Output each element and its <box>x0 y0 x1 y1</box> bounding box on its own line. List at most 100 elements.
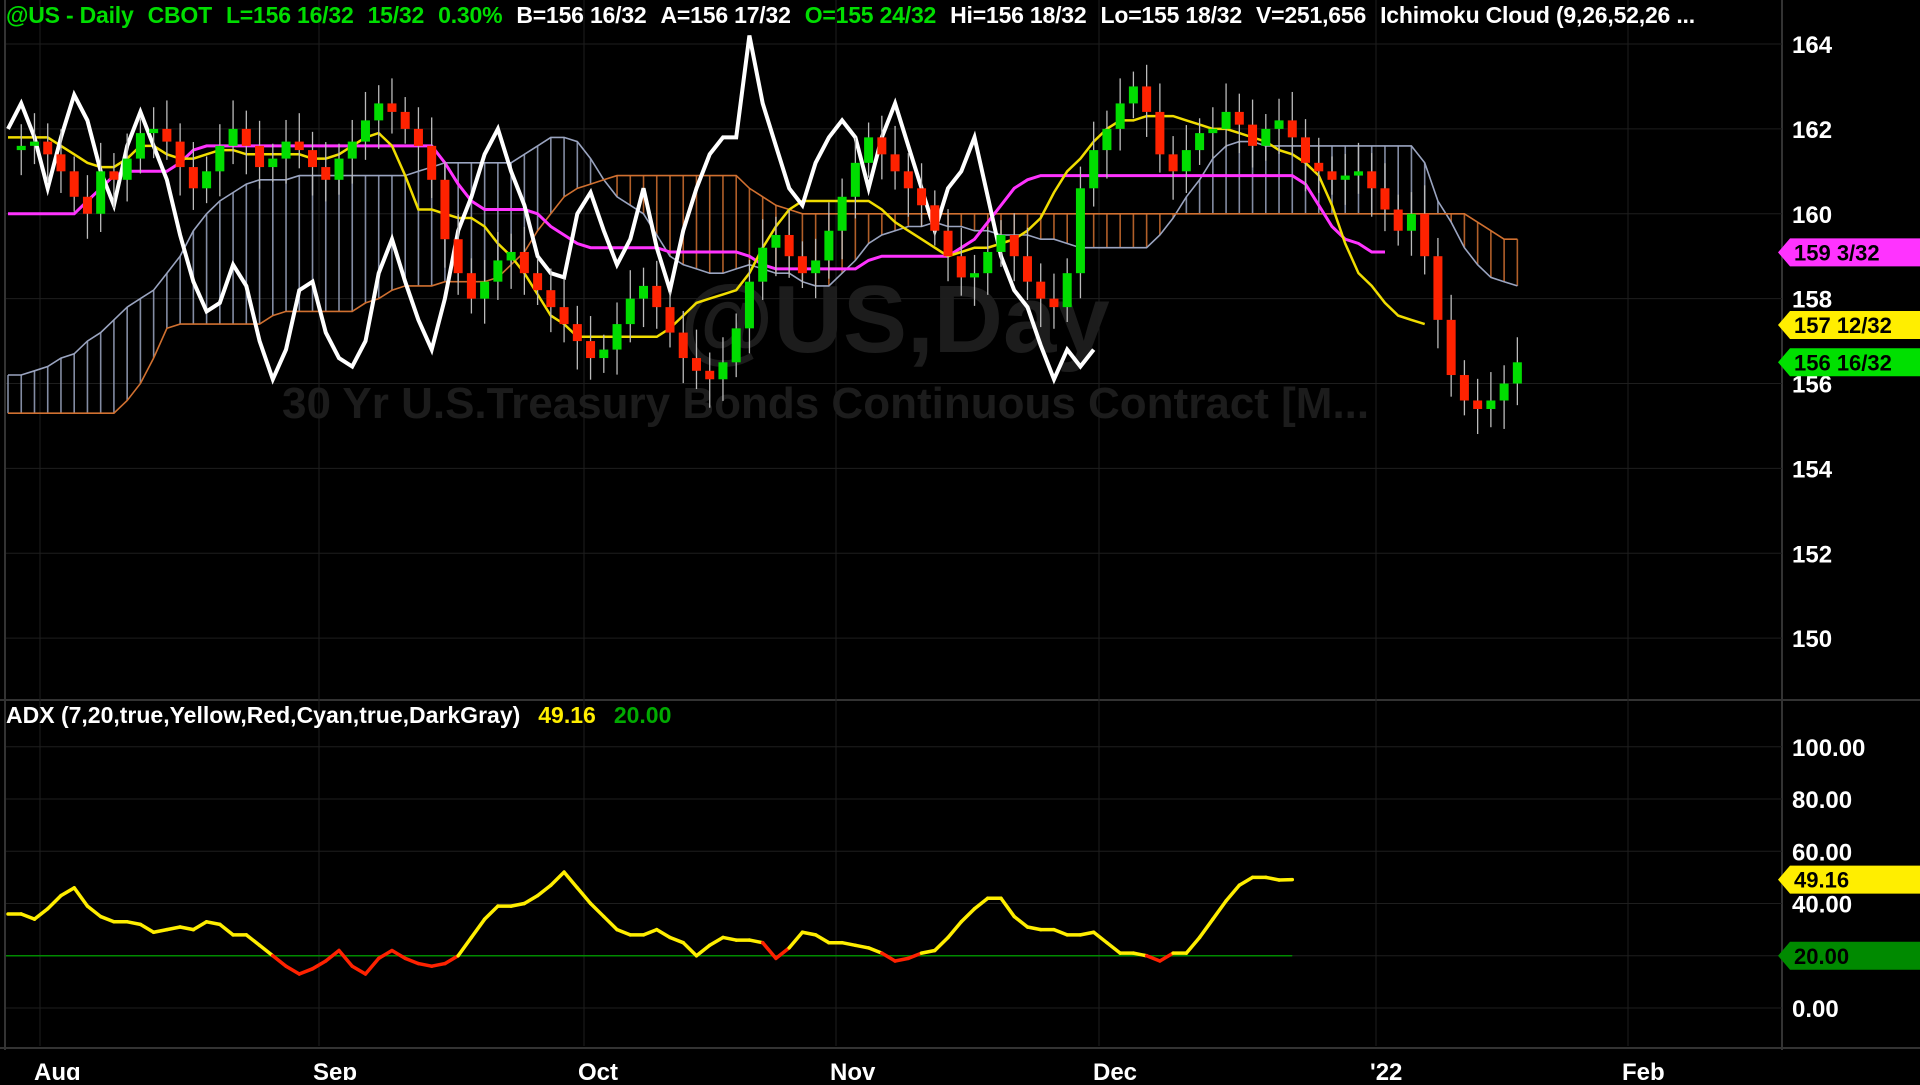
candle-up <box>30 142 39 146</box>
quote-header: @US - DailyCBOTL=156 16/3215/320.30%B=15… <box>6 2 1709 29</box>
last-price: L=156 16/32 <box>226 2 354 28</box>
candle-up <box>1208 129 1217 133</box>
candle-up <box>983 252 992 273</box>
candle-up <box>1102 129 1111 150</box>
candle-down <box>255 146 264 167</box>
candle-up <box>1486 400 1495 408</box>
candle-down <box>467 273 476 298</box>
adx-threshold: 20.00 <box>614 702 672 728</box>
time-tick-label: Feb <box>1622 1059 1665 1080</box>
candle-up <box>136 133 145 158</box>
high-price: Hi=156 18/32 <box>950 2 1086 28</box>
candle-down <box>944 231 953 256</box>
candle-up <box>758 248 767 282</box>
candle-up <box>149 129 158 133</box>
candle-down <box>189 167 198 188</box>
adx-tick-label: 40.00 <box>1792 892 1852 919</box>
candle-down <box>1288 120 1297 137</box>
candle-down <box>321 167 330 180</box>
candle-down <box>679 333 688 358</box>
candle-up <box>1089 150 1098 188</box>
candle-down <box>176 142 185 167</box>
candle-up <box>1063 273 1072 307</box>
candle-down <box>560 307 569 324</box>
bid-price: B=156 16/32 <box>516 2 646 28</box>
watermark-description: 30 Yr U.S.Treasury Bonds Continuous Cont… <box>282 379 1369 428</box>
candle-down <box>785 235 794 256</box>
value-tag-text: 159 3/32 <box>1794 240 1880 265</box>
candle-up <box>507 252 516 260</box>
price-tick-label: 154 <box>1792 456 1833 483</box>
candle-down <box>295 142 304 150</box>
candle-up <box>1513 362 1522 383</box>
candle-down <box>414 129 423 146</box>
indicator-label[interactable]: Ichimoku Cloud (9,26,52,26 ... <box>1380 2 1695 28</box>
candle-up <box>851 163 860 197</box>
candle-down <box>1433 256 1442 320</box>
candle-down <box>957 256 966 277</box>
candle-down <box>904 171 913 188</box>
candle-up <box>1354 171 1363 175</box>
candle-up <box>1182 150 1191 171</box>
value-tag: 159 3/32 <box>1778 238 1920 266</box>
candle-down <box>1367 171 1376 188</box>
candle-up <box>282 142 291 159</box>
price-tick-label: 160 <box>1792 202 1832 229</box>
candle-up <box>997 235 1006 252</box>
value-tag-text: 20.00 <box>1794 944 1849 969</box>
net-change: 15/32 <box>368 2 425 28</box>
candle-down <box>43 142 52 155</box>
candle-up <box>96 171 105 213</box>
candle-down <box>1314 163 1323 171</box>
candle-up <box>1407 214 1416 231</box>
value-tag: 157 12/32 <box>1778 311 1920 339</box>
candle-down <box>1328 171 1337 179</box>
adx-tick-label: 60.00 <box>1792 839 1852 866</box>
candle-down <box>242 129 251 146</box>
value-tag: 20.00 <box>1778 942 1920 970</box>
candle-down <box>1169 154 1178 171</box>
open-price: O=155 24/32 <box>805 2 936 28</box>
candle-up <box>1222 112 1231 129</box>
candle-down <box>454 239 463 273</box>
candle-up <box>718 362 727 379</box>
candle-down <box>798 256 807 273</box>
candle-down <box>1420 214 1429 256</box>
value-tag: 156 16/32 <box>1778 348 1920 376</box>
candle-up <box>1129 86 1138 103</box>
percent-change: 0.30% <box>438 2 502 28</box>
candle-up <box>811 260 820 273</box>
price-tick-label: 152 <box>1792 541 1832 568</box>
candle-down <box>56 154 65 171</box>
adx-title[interactable]: ADX (7,20,true,Yellow,Red,Cyan,true,Dark… <box>6 702 520 728</box>
candle-up <box>1116 103 1125 128</box>
candle-down <box>891 154 900 171</box>
candle-up <box>335 159 344 180</box>
candle-down <box>1301 137 1310 162</box>
candle-down <box>586 341 595 358</box>
candle-up <box>348 142 357 159</box>
time-tick-label: Oct <box>578 1059 618 1080</box>
price-tick-label: 164 <box>1792 32 1833 59</box>
candle-down <box>1036 282 1045 299</box>
candle-up <box>480 282 489 299</box>
candle-up <box>229 129 238 146</box>
candle-up <box>1076 188 1085 273</box>
candle-down <box>692 358 701 371</box>
candle-down <box>666 307 675 332</box>
price-tick-label: 150 <box>1792 626 1832 653</box>
candle-up <box>824 231 833 261</box>
candle-down <box>1049 299 1058 307</box>
candle-up <box>639 286 648 299</box>
price-tick-label: 162 <box>1792 117 1832 144</box>
time-tick-label: Nov <box>830 1059 876 1080</box>
value-tag-text: 156 16/32 <box>1794 350 1892 375</box>
candle-down <box>533 273 542 290</box>
time-tick-label: Dec <box>1093 1059 1137 1080</box>
chart-window[interactable]: @US,Day 30 Yr U.S.Treasury Bonds Continu… <box>0 0 1920 1080</box>
chart-canvas[interactable]: @US,Day 30 Yr U.S.Treasury Bonds Continu… <box>0 0 1920 1080</box>
candle-down <box>1235 112 1244 125</box>
value-tag: 49.16 <box>1778 866 1920 894</box>
symbol-label[interactable]: @US - Daily <box>6 2 134 28</box>
candle-up <box>17 146 26 150</box>
